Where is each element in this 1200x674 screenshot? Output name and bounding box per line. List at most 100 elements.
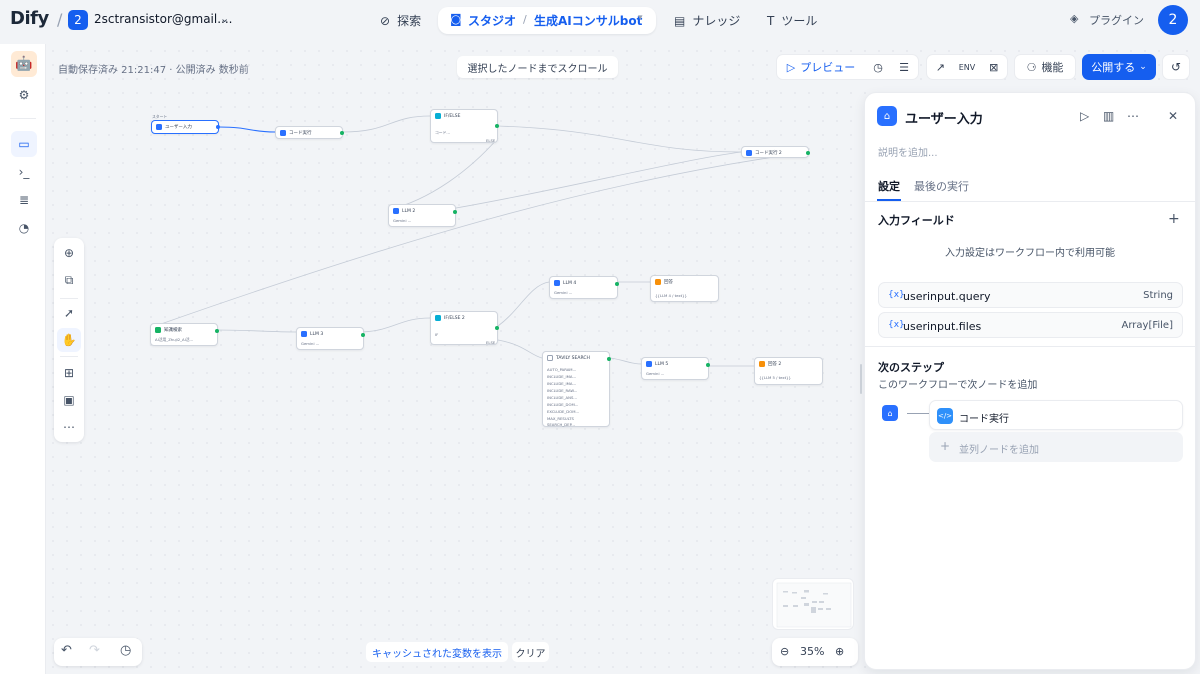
node-handle[interactable] — [216, 125, 220, 129]
hand-icon[interactable]: ✋ — [57, 328, 81, 352]
more-options-icon[interactable]: ⋯ — [1127, 109, 1139, 123]
node-ifelse1-case: コード... — [435, 130, 451, 135]
node-code2-header: コード実行 2 — [746, 150, 782, 156]
tab-last-run[interactable]: 最後の実行 — [914, 178, 969, 194]
checklist-icon[interactable]: ☰ — [891, 55, 917, 79]
node-handle[interactable] — [806, 151, 810, 155]
node-answer1[interactable]: 回答 {{LLM 4 / text}} — [650, 275, 719, 302]
add-input-field-icon[interactable]: + — [1168, 211, 1180, 227]
zoom-in-icon[interactable]: ⊕ — [835, 645, 844, 658]
import-dsl-icon[interactable]: ↗ — [927, 55, 954, 79]
minimap-preview — [776, 582, 852, 628]
answer-icon — [655, 279, 661, 285]
panel-resize-handle[interactable] — [860, 364, 862, 394]
node-ifelse1-else: ELSE — [486, 138, 496, 143]
undo-redo-group: ↶ ↷ ◷ — [54, 638, 142, 666]
node-start-tag: スタート — [152, 114, 168, 119]
node-answer2[interactable]: 回答 2 {{LLM 5 / text}} — [754, 357, 823, 385]
node-handle[interactable] — [215, 329, 219, 333]
scroll-to-selected-button[interactable]: 選択したノードまでスクロール — [457, 56, 618, 78]
node-start[interactable]: ユーザー入力 — [151, 120, 220, 134]
add-parallel-node-button[interactable]: + 並列ノードを追加 — [929, 432, 1183, 462]
node-llm2-header: LLM 2 — [393, 208, 415, 214]
node-kb-dataset: AI活用_Zhuji2_AI活... — [155, 337, 194, 342]
minimap[interactable] — [772, 578, 854, 630]
run-history-icon[interactable]: ◷ — [865, 55, 891, 79]
node-ifelse2[interactable]: IF/ELSE 2 IF ELSE — [430, 311, 499, 345]
node-handle[interactable] — [453, 210, 457, 214]
tavily-param: AUTO_PARAM... — [547, 367, 577, 372]
node-llm2[interactable]: LLM 2 Gemini ... — [388, 204, 457, 227]
node-handle[interactable] — [495, 124, 499, 128]
node-llm4[interactable]: LLM 4 Gemini ... — [549, 276, 619, 299]
close-icon[interactable]: ✕ — [1168, 109, 1178, 123]
zoom-out-icon[interactable]: ⊖ — [780, 645, 789, 658]
preview-button[interactable]: ▷ プレビュー — [777, 55, 865, 79]
tools-divider — [60, 298, 78, 299]
node-llm5[interactable]: LLM 5 Gemini ... — [641, 357, 710, 380]
node-handle[interactable] — [615, 282, 619, 286]
tavily-param: SEARCH_DEP... — [547, 422, 575, 427]
panel-title[interactable]: ユーザー入力 — [905, 108, 983, 127]
node-llm4-header: LLM 4 — [554, 280, 576, 286]
home-icon: ⌂ — [877, 106, 897, 126]
llm-icon — [301, 331, 307, 337]
redo-icon[interactable]: ↷ — [89, 643, 100, 658]
node-ifelse1[interactable]: IF/ELSE コード... ELSE — [430, 109, 499, 143]
tavily-param: INCLUDE_DOM... — [547, 402, 579, 407]
undo-icon[interactable]: ↶ — [61, 643, 72, 658]
node-start-header: ユーザー入力 — [156, 124, 192, 130]
more-icon[interactable]: ⋯ — [57, 415, 81, 439]
next-node-code[interactable]: </> コード実行 — [929, 400, 1183, 430]
features-button[interactable]: ⚆ 機能 — [1014, 54, 1076, 80]
version-history-icon[interactable]: ↺ — [1162, 54, 1190, 80]
node-handle[interactable] — [340, 131, 344, 135]
tavily-param: INCLUDE_IMA... — [547, 381, 577, 386]
help-book-icon[interactable]: ▥ — [1103, 109, 1114, 123]
node-code1[interactable]: コード実行 — [275, 126, 344, 139]
zoom-controls: ⊖ 35% ⊕ — [772, 638, 858, 666]
pointer-icon[interactable]: ➚ — [57, 301, 81, 325]
node-llm3-title: LLM 3 — [310, 331, 324, 337]
export-image-icon[interactable]: ▣ — [57, 388, 81, 412]
conversation-variables-icon[interactable]: ⊠ — [980, 55, 1007, 79]
clear-button[interactable]: クリア — [512, 642, 549, 662]
node-handle[interactable] — [706, 363, 710, 367]
branch-icon — [435, 113, 441, 119]
add-node-icon[interactable]: ⊕ — [57, 241, 81, 265]
node-answer1-var: {{LLM 4 / text}} — [655, 293, 687, 298]
organize-blocks-icon[interactable]: ⊞ — [57, 361, 81, 385]
tavily-param: INCLUDE_IMA... — [547, 374, 577, 379]
node-code1-title: コード実行 — [289, 131, 312, 136]
next-step-heading: 次のステップ — [878, 361, 944, 374]
llm-icon — [646, 361, 652, 367]
canvas-tools: ⊕ ⧉ ➚ ✋ ⊞ ▣ ⋯ — [54, 238, 84, 442]
node-ifelse1-title: IF/ELSE — [444, 113, 461, 119]
node-code2[interactable]: コード実行 2 — [741, 146, 810, 158]
node-handle[interactable] — [361, 333, 365, 337]
node-handle[interactable] — [495, 326, 499, 330]
input-variable-row[interactable]: {x} userinput.files Array[File] — [878, 312, 1183, 338]
node-tavily-search[interactable]: TAVILY SEARCH AUTO_PARAM... INCLUDE_IMA.… — [542, 351, 611, 427]
add-note-icon[interactable]: ⧉ — [57, 268, 81, 292]
publish-button[interactable]: 公開する ⌄ — [1082, 54, 1156, 80]
node-knowledge[interactable]: 知識検索 AI活用_Zhuji2_AI活... — [150, 323, 219, 346]
env-variables-icon[interactable]: ENV — [954, 55, 981, 79]
node-kb-header: 知識検索 — [155, 327, 182, 333]
node-answer2-var: {{LLM 5 / text}} — [759, 375, 791, 380]
preview-label: プレビュー — [800, 61, 856, 74]
history-icon[interactable]: ◷ — [120, 643, 131, 658]
features-label: 機能 — [1041, 61, 1064, 74]
node-llm3[interactable]: LLM 3 Gemini ... — [296, 327, 365, 350]
description-input[interactable]: 説明を追加... — [878, 144, 938, 159]
run-node-icon[interactable]: ▷ — [1080, 109, 1089, 123]
tab-settings[interactable]: 設定 — [878, 178, 900, 194]
plus-icon: + — [940, 439, 951, 453]
zoom-level[interactable]: 35% — [800, 645, 824, 658]
input-variable-row[interactable]: {x} userinput.query String — [878, 282, 1183, 308]
node-handle[interactable] — [607, 357, 611, 361]
section-divider — [865, 346, 1195, 347]
show-cached-variables-button[interactable]: キャッシュされた変数を表示 — [366, 642, 508, 662]
variable-type: Array[File] — [1121, 320, 1173, 331]
tavily-param: MAX_RESULTS — [547, 416, 574, 421]
